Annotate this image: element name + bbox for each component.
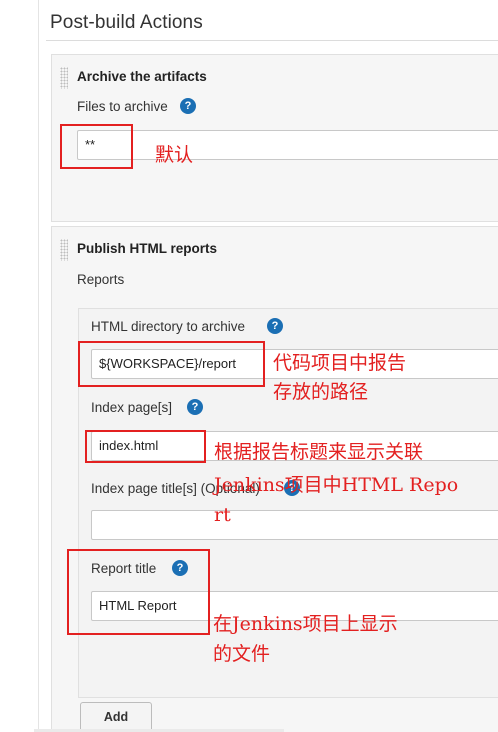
publish-section-title: Publish HTML reports [77,241,218,256]
archive-section-title: Archive the artifacts [77,69,207,84]
annotation-index-1: 根据报告标题来显示关联 [214,441,424,463]
html-directory-label: HTML directory to archive [91,319,246,334]
annotation-title-2: 的文件 [213,643,271,665]
annotation-directory-2: 存放的路径 [273,381,369,403]
highlight-box-report-title [67,549,210,635]
index-pages-label: Index page[s] [91,400,173,415]
help-icon[interactable]: ? [267,318,283,334]
drag-handle-icon[interactable] [60,67,68,89]
annotation-directory-1: 代码项目中报告 [273,352,407,374]
annotation-default: 默认 [155,144,194,166]
help-icon[interactable]: ? [180,98,196,114]
annotation-index-2: Jenkins项目中HTML Repo [214,474,459,496]
files-to-archive-label: Files to archive [77,99,168,114]
highlight-box-index [85,430,206,463]
page-title: Post-build Actions [50,12,203,33]
index-page-titles-input[interactable] [91,510,498,540]
reports-label: Reports [77,272,125,287]
highlight-box-directory [78,341,265,387]
files-to-archive-input[interactable]: ** [77,130,498,160]
highlight-box-files [60,124,133,169]
annotation-title-1: 在Jenkins项目上显示 [213,613,398,635]
title-divider [46,40,498,41]
help-icon[interactable]: ? [187,399,203,415]
annotation-index-3: rt [214,504,231,526]
add-report-button[interactable]: Add [80,702,152,732]
left-divider [38,0,39,732]
drag-handle-icon[interactable] [60,239,68,261]
